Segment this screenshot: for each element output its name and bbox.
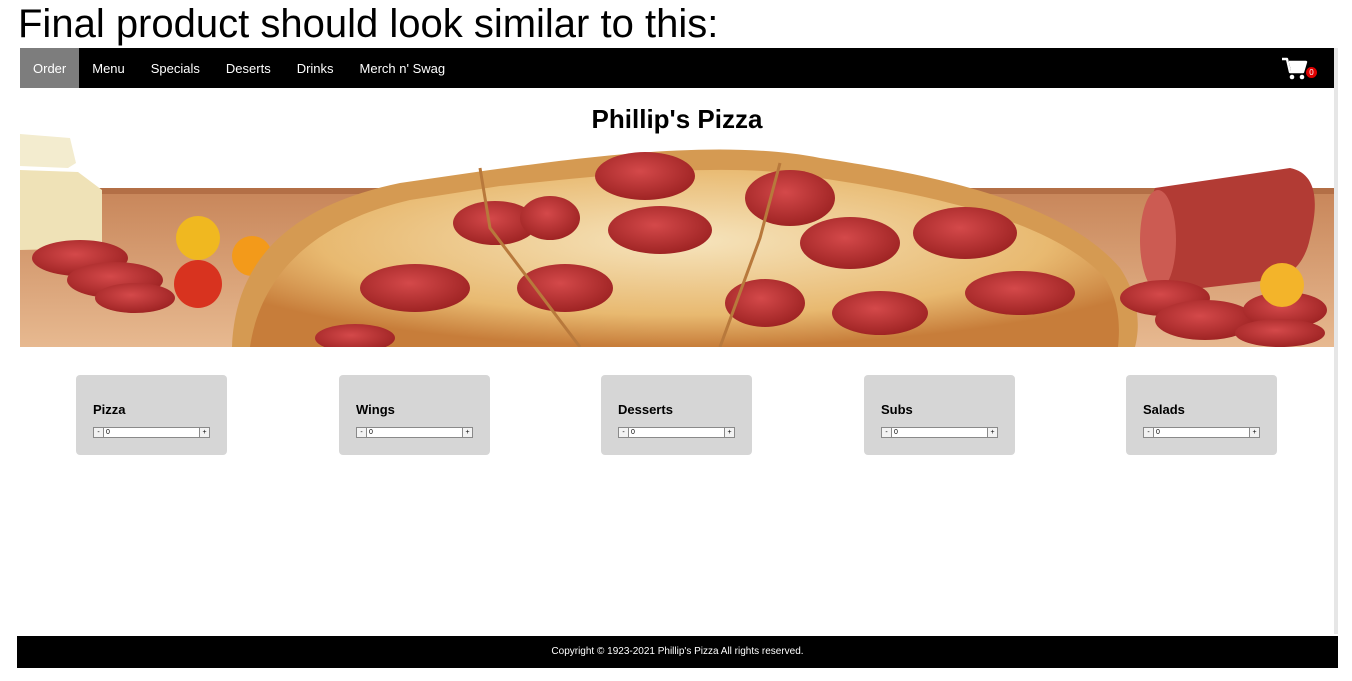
card-title: Subs (881, 402, 913, 417)
shopping-cart-icon (1282, 57, 1308, 80)
nav-item-deserts[interactable]: Deserts (213, 48, 284, 88)
nav-item-drinks[interactable]: Drinks (284, 48, 347, 88)
increment-button[interactable]: + (987, 427, 998, 438)
increment-button[interactable]: + (199, 427, 210, 438)
quantity-stepper: - 0 + (356, 427, 473, 438)
decrement-button[interactable]: - (618, 427, 629, 438)
quantity-input[interactable]: 0 (629, 427, 724, 438)
category-card-pizza: Pizza - 0 + (76, 375, 227, 455)
decrement-button[interactable]: - (881, 427, 892, 438)
category-cards: Pizza - 0 + Wings - 0 + Desserts - 0 + S… (20, 375, 1334, 455)
nav-item-specials[interactable]: Specials (138, 48, 213, 88)
quantity-stepper: - 0 + (93, 427, 210, 438)
nav-item-merch[interactable]: Merch n' Swag (347, 48, 459, 88)
card-title: Pizza (93, 402, 126, 417)
category-card-salads: Salads - 0 + (1126, 375, 1277, 455)
category-card-wings: Wings - 0 + (339, 375, 490, 455)
nav-item-order[interactable]: Order (20, 48, 80, 88)
page-footer: Copyright © 1923-2021 Phillip's Pizza Al… (17, 636, 1338, 668)
site-title: Phillip's Pizza (591, 104, 763, 134)
nav-item-menu[interactable]: Menu (79, 48, 138, 88)
increment-button[interactable]: + (462, 427, 473, 438)
cart-count-badge: 0 (1306, 67, 1317, 78)
instruction-caption: Final product should look similar to thi… (18, 2, 719, 46)
increment-button[interactable]: + (1249, 427, 1260, 438)
card-title: Desserts (618, 402, 673, 417)
quantity-input[interactable]: 0 (367, 427, 462, 438)
card-title: Wings (356, 402, 395, 417)
quantity-input[interactable]: 0 (892, 427, 987, 438)
card-title: Salads (1143, 402, 1185, 417)
decrement-button[interactable]: - (356, 427, 367, 438)
quantity-input[interactable]: 0 (1154, 427, 1249, 438)
top-navigation-bar: Order Menu Specials Deserts Drinks Merch… (20, 48, 1334, 88)
quantity-stepper: - 0 + (881, 427, 998, 438)
quantity-stepper: - 0 + (1143, 427, 1260, 438)
decrement-button[interactable]: - (93, 427, 104, 438)
decrement-button[interactable]: - (1143, 427, 1154, 438)
website-preview: Order Menu Specials Deserts Drinks Merch… (20, 48, 1338, 634)
increment-button[interactable]: + (724, 427, 735, 438)
category-card-subs: Subs - 0 + (864, 375, 1015, 455)
quantity-stepper: - 0 + (618, 427, 735, 438)
cart-button[interactable]: 0 (1282, 57, 1317, 81)
quantity-input[interactable]: 0 (104, 427, 199, 438)
category-card-desserts: Desserts - 0 + (601, 375, 752, 455)
